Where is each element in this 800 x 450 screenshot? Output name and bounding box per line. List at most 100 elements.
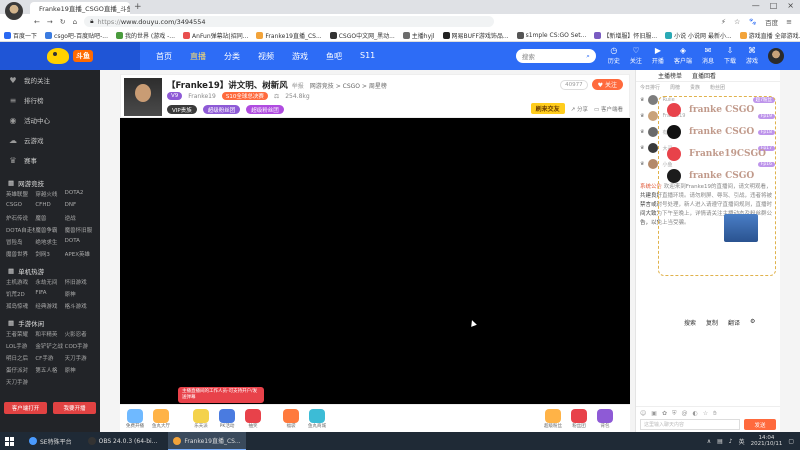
bookmark-item[interactable]: 小说 小说网 最新小... <box>665 31 732 40</box>
chevron-up-icon[interactable]: ∧ <box>707 438 711 445</box>
nav-item[interactable]: 游戏 <box>292 51 308 62</box>
lock-icon[interactable]: ◐ <box>692 410 697 418</box>
rank-row[interactable]: ♛ 大哥 Fp17 <box>636 140 781 156</box>
game-link[interactable]: 格斗游戏 <box>65 302 94 310</box>
header-消息-button[interactable]: ✉ 消息 <box>702 47 714 66</box>
gift-item[interactable]: 超级粉丝 <box>542 409 564 431</box>
forward-icon[interactable]: → <box>47 18 53 26</box>
new-tab-button[interactable]: + <box>134 2 142 14</box>
at-icon[interactable]: @ <box>681 410 687 418</box>
right-tab[interactable]: 主播榜单 <box>658 71 682 80</box>
window-maximize-button[interactable]: □ <box>770 1 778 10</box>
chat-input[interactable]: 这里输入聊天内容 <box>640 419 740 430</box>
game-link[interactable]: 明日之后 <box>6 354 35 362</box>
gift-item[interactable]: PK活动 <box>216 409 238 431</box>
gift-item[interactable]: 福袋 <box>280 409 302 431</box>
report-link[interactable]: 举报 <box>292 83 304 90</box>
game-link[interactable]: 和平精英 <box>35 330 64 338</box>
bookmark-item[interactable]: Franke19直播_CS... <box>256 31 322 40</box>
hand-icon[interactable]: ✋︎ <box>713 410 716 418</box>
game-link[interactable]: LOL手游 <box>6 342 35 350</box>
rank-row[interactable]: ♛ Franke19 Fp19 <box>636 108 781 124</box>
gift-item[interactable]: 背包 <box>594 409 616 431</box>
bookmark-item[interactable]: 游戏直播 全部游戏... <box>739 31 800 40</box>
bookmark-item[interactable]: csgo吧-百度贴吧-... <box>45 31 108 40</box>
windows-start-button[interactable] <box>0 432 18 450</box>
reload-icon[interactable]: ↻ <box>60 18 66 26</box>
nav-item[interactable]: 首页 <box>156 51 172 62</box>
search-icon[interactable]: ⌕ <box>586 52 590 61</box>
header-游戏-button[interactable]: ⌘ 游戏 <box>746 47 758 66</box>
game-link[interactable]: 冒险岛 <box>6 238 35 246</box>
volume-icon[interactable]: ♪ <box>729 438 733 445</box>
vip-pill[interactable]: VIP贵族 <box>167 105 197 114</box>
game-link[interactable]: 孤岛惊魂 <box>6 302 35 310</box>
danmu-button[interactable]: 刷来交友 <box>530 103 565 114</box>
game-link[interactable]: CF手游 <box>35 354 64 362</box>
emoji-icon[interactable]: ☺ <box>640 410 646 418</box>
game-link[interactable]: 英雄联盟 <box>6 190 35 198</box>
game-link[interactable]: 剑网3 <box>35 250 64 258</box>
section-online[interactable]: ▦ 网游竞技 <box>0 176 100 190</box>
gift-icon[interactable]: ✿ <box>662 410 667 418</box>
taskbar-app[interactable]: OBS 24.0.3 (64-bi... <box>83 432 163 450</box>
taskbar-app[interactable]: Franke19直播_CS... <box>168 432 246 450</box>
image-icon[interactable]: ▣ <box>651 410 657 418</box>
ime-icon[interactable]: 英 <box>739 437 745 446</box>
bookmark-item[interactable]: AnFun弹幕站|招同... <box>183 31 248 40</box>
search-engine-label[interactable]: 百度 <box>765 17 778 27</box>
section-single[interactable]: ▦ 单机热游 <box>0 264 100 278</box>
header-客户端-button[interactable]: ◈ 客户端 <box>674 47 692 66</box>
sidebar-item[interactable]: ☁ 云游戏 <box>0 130 100 150</box>
chat-tool-button[interactable]: 复制 <box>706 318 718 327</box>
back-icon[interactable]: ← <box>34 18 40 26</box>
profile-avatar[interactable] <box>5 2 23 20</box>
game-link[interactable]: 火影忍者 <box>65 330 94 338</box>
nav-item[interactable]: S11 <box>360 51 375 62</box>
game-link[interactable]: 魔兽怀旧服 <box>65 226 94 234</box>
gift-item[interactable]: 粉丝团 <box>568 409 590 431</box>
sidebar-item[interactable]: ◉ 活动中心 <box>0 110 100 130</box>
header-开播-button[interactable]: ▶ 开播 <box>652 47 664 66</box>
game-link[interactable]: 魔兽世界 <box>6 250 35 258</box>
anchor-avatar[interactable] <box>124 78 162 116</box>
notification-icon[interactable]: ▢ <box>788 438 794 445</box>
bookmark-item[interactable]: CSGO中文网_黑动... <box>329 31 395 40</box>
anchor-name[interactable]: Franke19 <box>188 93 216 100</box>
game-link[interactable]: 天刀手游 <box>6 378 35 386</box>
game-link[interactable]: 主机游戏 <box>6 278 35 286</box>
game-link[interactable]: 原神 <box>65 290 94 298</box>
settings-icon[interactable]: ⚙ <box>750 318 755 327</box>
rank-row[interactable]: ♛ Ruiie 超7粉丝 <box>636 92 781 108</box>
client-watch-button[interactable]: ▭ 客户端看 <box>594 105 623 113</box>
hot-tag[interactable]: S10全球总决赛 <box>221 92 268 100</box>
rank-subtab[interactable]: 贵族 <box>690 84 700 91</box>
extension-icon[interactable]: ⚡ <box>721 18 726 26</box>
user-avatar[interactable] <box>768 48 784 64</box>
gift-item[interactable]: 鱼丸大厅 <box>150 409 172 431</box>
nav-item[interactable]: 分类 <box>224 51 240 62</box>
game-link[interactable]: DOTA2 <box>65 190 94 198</box>
nav-item[interactable]: 视频 <box>258 51 274 62</box>
game-link[interactable]: DOTA自走棋 <box>6 226 35 234</box>
game-link[interactable]: 永劫无间 <box>35 278 64 286</box>
nav-item[interactable]: 直播 <box>190 51 206 62</box>
taskbar-app[interactable]: SE特殊平台 <box>24 432 77 450</box>
clock[interactable]: 14:04 2021/10/11 <box>751 435 783 447</box>
fans-pill[interactable]: 超级粉丝团 <box>202 105 241 114</box>
url-input[interactable]: 🔒︎ https:// www.douyu.com/3494554 <box>84 16 495 27</box>
game-link[interactable]: DOTA <box>65 238 94 246</box>
gift-item[interactable]: 免费开播 <box>124 409 146 431</box>
game-link[interactable]: 原神 <box>65 366 94 374</box>
game-link[interactable]: 魔兽争霸 <box>35 226 64 234</box>
client-open-button[interactable]: 客户端打开 <box>4 402 47 414</box>
room-category[interactable]: 网游竞技 > CSGO > 周星榜 <box>310 83 387 90</box>
game-link[interactable]: 饥荒2D <box>6 290 35 298</box>
shield-icon[interactable]: ⛨ <box>672 410 677 418</box>
follow-button[interactable]: ♥ 关注 <box>591 79 623 90</box>
game-link[interactable]: 经典游戏 <box>35 302 64 310</box>
game-link[interactable]: 天刀手游 <box>65 354 94 362</box>
game-link[interactable]: 王者荣耀 <box>6 330 35 338</box>
go-live-button[interactable]: 我要开播 <box>53 402 96 414</box>
game-link[interactable]: FIFA <box>35 290 64 298</box>
